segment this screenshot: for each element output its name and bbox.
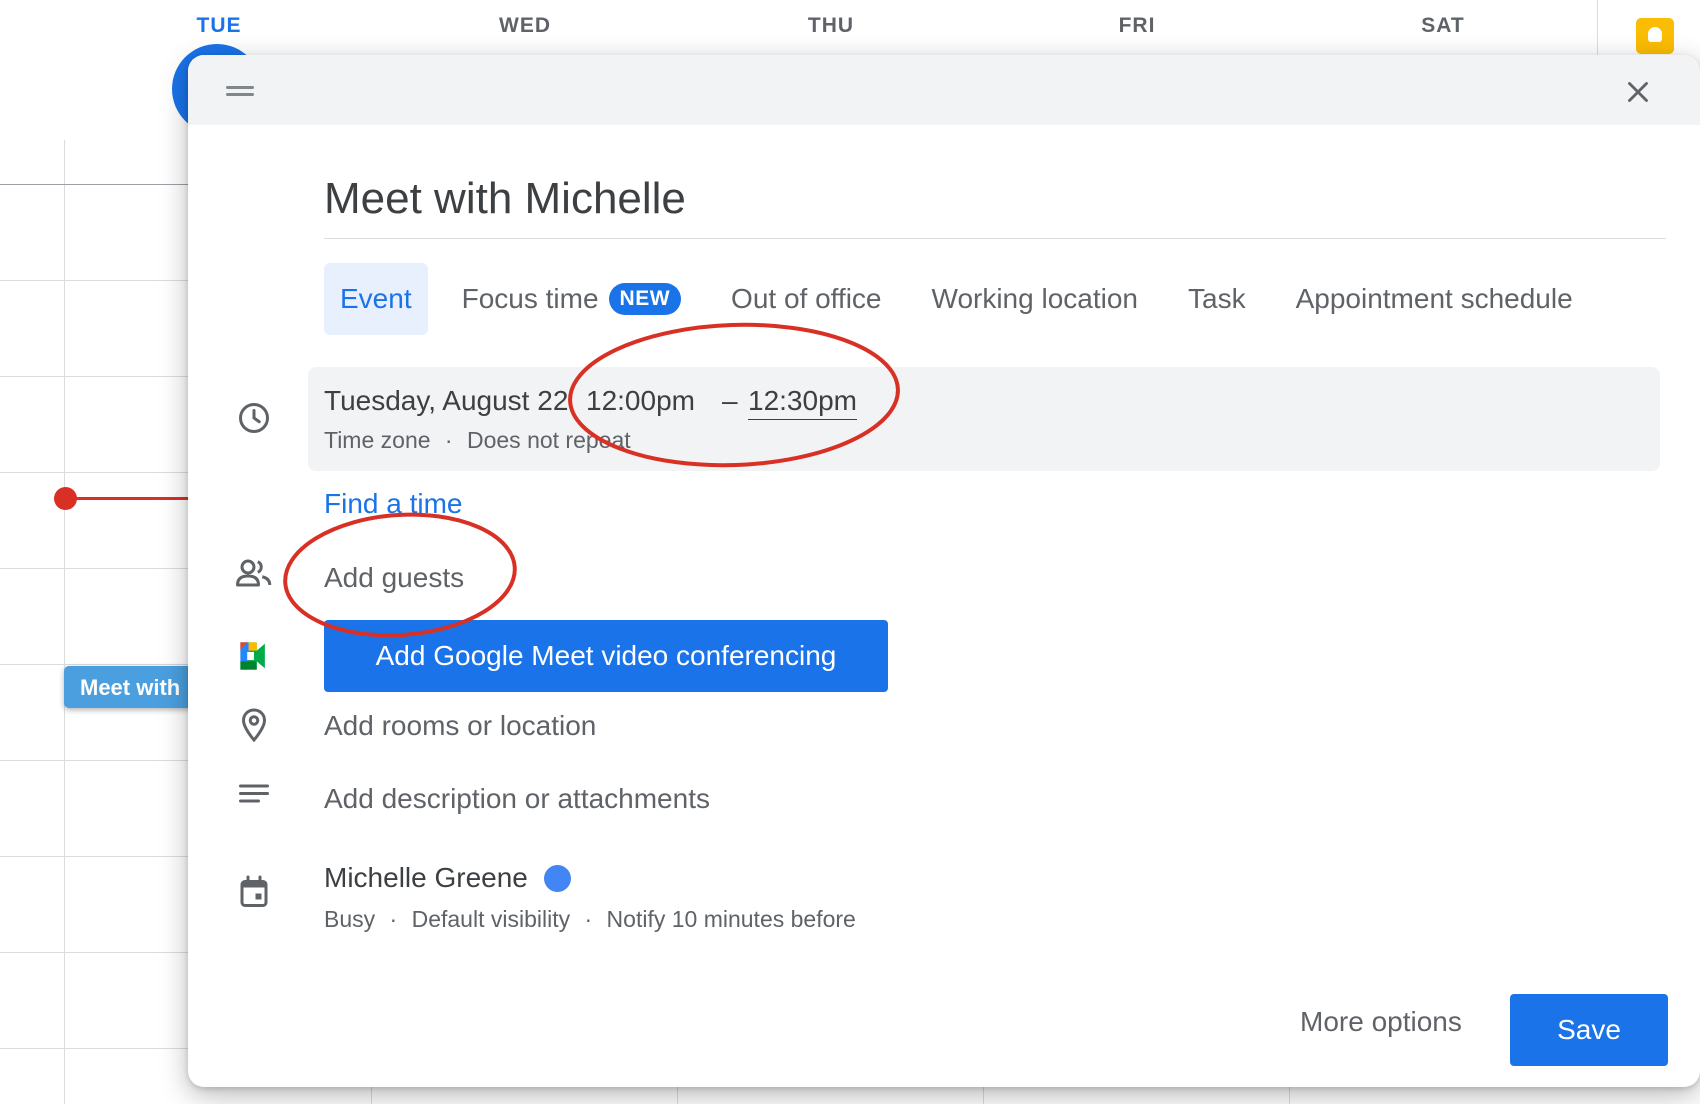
add-google-meet-button[interactable]: Add Google Meet video conferencing (324, 620, 888, 692)
tab-out-of-office[interactable]: Out of office (715, 263, 897, 335)
event-dialog: Meet with Michelle Event Focus time NEW O… (188, 55, 1700, 1087)
find-a-time-link[interactable]: Find a time (324, 488, 463, 520)
tab-working-location[interactable]: Working location (916, 263, 1154, 335)
calendar-owner-selector[interactable]: Michelle Greene (324, 862, 571, 894)
tab-label: Appointment schedule (1295, 283, 1573, 314)
add-description-input[interactable]: Add description or attachments (324, 783, 710, 815)
clock-icon (239, 403, 269, 433)
tab-label: Working location (931, 283, 1138, 314)
availability-option[interactable]: Busy (324, 906, 375, 932)
people-icon (236, 559, 272, 587)
grid-line (0, 280, 200, 281)
grid-line (0, 664, 200, 665)
grid-line (0, 472, 200, 473)
new-badge: NEW (608, 283, 682, 315)
day-header-sat[interactable]: SAT (1421, 14, 1464, 38)
date-time-section[interactable]: Tuesday, August 22 12:00pm – 12:30pm Tim… (308, 367, 1660, 471)
location-pin-icon (241, 708, 267, 743)
repeat-option[interactable]: Does not repeat (467, 427, 631, 453)
grid-line (0, 1048, 200, 1049)
time-separator: – (722, 385, 738, 416)
close-button[interactable] (1621, 75, 1655, 109)
grid-line (0, 184, 200, 185)
calendar-icon (240, 875, 268, 907)
tab-label: Focus time (461, 283, 599, 314)
event-title-input[interactable]: Meet with Michelle (324, 165, 1666, 239)
close-icon (1628, 82, 1648, 102)
tab-appointment-schedule[interactable]: Appointment schedule (1280, 263, 1589, 335)
event-date[interactable]: Tuesday, August 22 (324, 385, 568, 417)
tab-label: Event (340, 283, 412, 314)
grid-line (0, 376, 200, 377)
day-header-wed[interactable]: WED (499, 14, 551, 38)
event-settings-line: Busy · Default visibility · Notify 10 mi… (324, 906, 856, 933)
grid-line (0, 760, 200, 761)
google-meet-icon (240, 642, 265, 670)
divider (1597, 0, 1598, 60)
add-guests-input[interactable]: Add guests (324, 562, 464, 594)
more-options-button[interactable]: More options (1300, 1006, 1462, 1038)
tab-label: Out of office (731, 283, 882, 314)
owner-name: Michelle Greene (324, 862, 528, 893)
day-header-fri[interactable]: FRI (1119, 14, 1156, 38)
tab-task[interactable]: Task (1172, 263, 1262, 335)
grid-line (0, 856, 200, 857)
day-header-tue[interactable]: TUE (197, 14, 242, 38)
end-time[interactable]: 12:30pm (748, 385, 857, 420)
current-time-line (66, 497, 206, 500)
separator-dot: · (389, 906, 398, 932)
tab-focus-time[interactable]: Focus time NEW (446, 263, 697, 335)
keep-icon[interactable] (1636, 18, 1674, 54)
grid-line (0, 568, 200, 569)
timezone-link[interactable]: Time zone (324, 427, 431, 453)
separator-dot: · (444, 427, 453, 453)
grid-line (64, 140, 65, 1104)
dialog-header (188, 55, 1700, 125)
add-location-input[interactable]: Add rooms or location (324, 710, 596, 742)
visibility-option[interactable]: Default visibility (412, 906, 571, 932)
description-icon (239, 784, 269, 803)
timezone-repeat-line: Time zone · Does not repeat (324, 427, 631, 454)
start-time[interactable]: 12:00pm (586, 385, 695, 417)
separator-dot: · (584, 906, 593, 932)
notification-option[interactable]: Notify 10 minutes before (607, 906, 856, 932)
grid-line (0, 952, 200, 953)
tab-event[interactable]: Event (324, 263, 428, 335)
tab-label: Task (1188, 283, 1246, 314)
event-type-tabs: Event Focus time NEW Out of office Workin… (324, 263, 1607, 335)
save-button[interactable]: Save (1510, 994, 1668, 1066)
day-header-thu[interactable]: THU (808, 14, 854, 38)
current-time-dot (54, 487, 77, 510)
drag-handle-icon[interactable] (226, 86, 254, 96)
calendar-color-dot (543, 864, 571, 892)
